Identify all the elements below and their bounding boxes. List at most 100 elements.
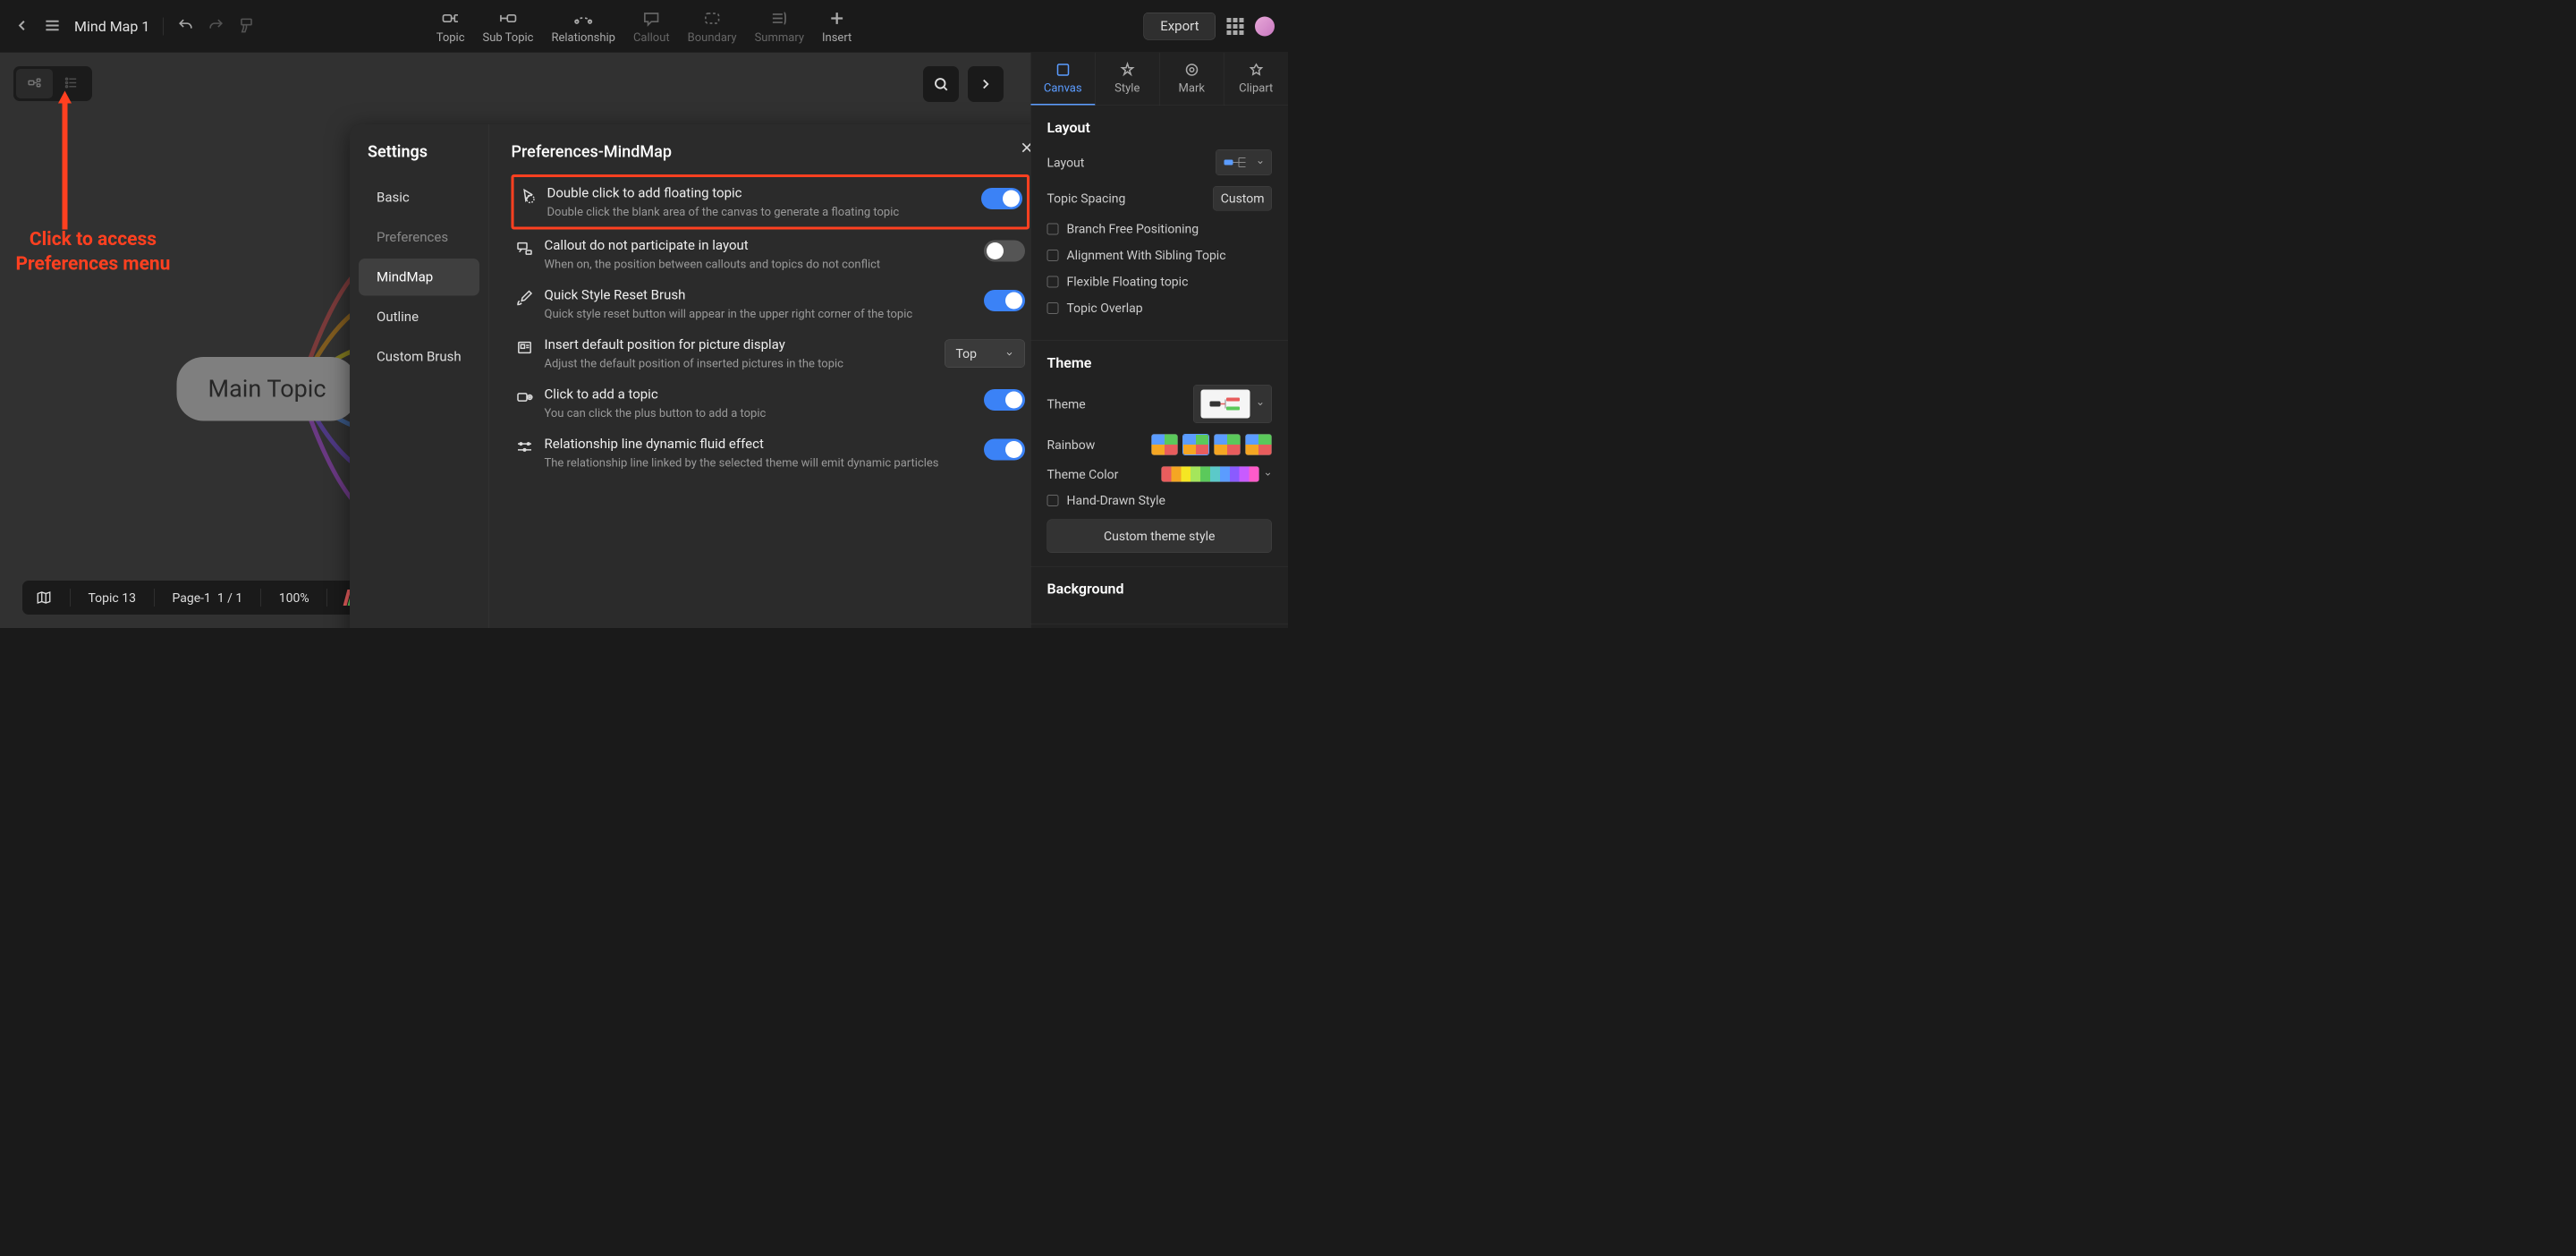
panel-tab-clipart[interactable]: Clipart — [1224, 53, 1289, 106]
pref-title: Double click to add floating topic — [547, 185, 971, 201]
spacing-label: Topic Spacing — [1047, 191, 1126, 207]
toolbar-topic[interactable]: Topic — [436, 8, 465, 44]
chevron-down-icon[interactable] — [1264, 471, 1272, 479]
user-avatar[interactable] — [1255, 16, 1275, 36]
pref-desc: Quick style reset button will appear in … — [545, 308, 974, 321]
panel-tab-label: Mark — [1179, 81, 1205, 95]
pref-click-add-topic: Click to add a topic You can click the p… — [512, 378, 1030, 429]
pref-quick-style-reset: Quick Style Reset Brush Quick style rese… — [512, 279, 1030, 329]
toggle-click-add[interactable] — [984, 389, 1025, 411]
pref-title: Insert default position for picture disp… — [545, 337, 935, 353]
settings-nav-custom-brush[interactable]: Custom Brush — [359, 338, 479, 376]
settings-content: Preferences-MindMap Double click to add … — [488, 124, 1030, 628]
toggle-quick-style[interactable] — [984, 290, 1025, 311]
check-flexible-floating[interactable]: Flexible Floating topic — [1047, 275, 1273, 290]
theme-color-label: Theme Color — [1047, 467, 1119, 482]
check-hand-drawn[interactable]: Hand-Drawn Style — [1047, 493, 1273, 508]
toolbar-insert-label: Insert — [822, 30, 852, 44]
theme-select[interactable] — [1193, 385, 1272, 423]
dropdown-picture-position[interactable]: Top — [945, 340, 1025, 369]
pref-callout-layout: Callout do not participate in layout Whe… — [512, 230, 1030, 280]
close-icon[interactable] — [1020, 140, 1030, 157]
theme-section: Theme Theme Rainbow — [1031, 341, 1289, 567]
doc-title[interactable]: Mind Map 1 — [74, 18, 149, 35]
pref-title: Quick Style Reset Brush — [545, 287, 974, 303]
toolbar-subtopic[interactable]: Sub Topic — [483, 8, 534, 44]
zoom-level[interactable]: 100% — [279, 590, 309, 606]
panel-tab-canvas[interactable]: Canvas — [1031, 53, 1096, 106]
toolbar-callout: Callout — [633, 8, 670, 44]
panel-tab-label: Clipart — [1239, 81, 1273, 95]
panel-tab-label: Style — [1114, 81, 1140, 95]
collapse-panel-button[interactable] — [968, 66, 1004, 102]
brush-icon — [516, 289, 534, 307]
toolbar-summary: Summary — [755, 8, 804, 44]
pref-title: Callout do not participate in layout — [545, 238, 974, 254]
search-button[interactable] — [923, 66, 959, 102]
dropdown-value: Top — [956, 346, 978, 361]
format-painter-button[interactable] — [238, 17, 255, 36]
theme-color-strip[interactable] — [1161, 466, 1259, 482]
settings-sidebar: Settings Basic Preferences MindMap Outli… — [350, 124, 488, 628]
toolbar-insert[interactable]: Insert — [822, 8, 852, 44]
toolbar-subtopic-label: Sub Topic — [483, 30, 534, 44]
rainbow-swatch-4[interactable] — [1245, 434, 1272, 455]
pref-title: Relationship line dynamic fluid effect — [545, 437, 974, 453]
rainbow-swatches — [1151, 434, 1272, 455]
theme-preview — [1201, 390, 1250, 419]
chevron-down-icon — [1005, 349, 1014, 358]
panel-tab-label: Canvas — [1044, 81, 1082, 95]
pref-desc: When on, the position between callouts a… — [545, 258, 974, 271]
check-branch-free[interactable]: Branch Free Positioning — [1047, 222, 1273, 237]
settings-nav-outline[interactable]: Outline — [359, 299, 479, 336]
toolbar-boundary: Boundary — [688, 8, 737, 44]
section-title: Background — [1047, 581, 1273, 598]
toggle-fluid-effect[interactable] — [984, 439, 1025, 461]
check-alignment-sibling[interactable]: Alignment With Sibling Topic — [1047, 248, 1273, 263]
toggle-double-click[interactable] — [981, 188, 1022, 209]
page-indicator[interactable]: Page-1 1 / 1 — [172, 590, 242, 606]
callout-layout-icon — [516, 240, 534, 258]
rainbow-swatch-2[interactable] — [1182, 434, 1209, 455]
topic-count: Topic 13 — [89, 590, 136, 606]
spacing-button[interactable]: Custom — [1213, 186, 1272, 211]
background-section: Background — [1031, 567, 1289, 625]
chevron-down-icon — [1257, 158, 1265, 166]
panel-tab-style[interactable]: Style — [1096, 53, 1160, 106]
layout-label: Layout — [1047, 155, 1085, 170]
canvas-area[interactable]: Main Topic Click to accessPreferences me… — [0, 53, 1030, 628]
settings-title: Settings — [359, 142, 479, 161]
map-icon[interactable] — [36, 590, 52, 606]
pref-desc: You can click the plus button to add a t… — [545, 407, 974, 420]
undo-button[interactable] — [177, 17, 194, 36]
theme-label: Theme — [1047, 396, 1086, 412]
settings-nav-mindmap[interactable]: MindMap — [359, 259, 479, 296]
cursor-icon — [519, 187, 537, 205]
toolbar-topic-label: Topic — [436, 30, 465, 44]
right-panel: Canvas Style Mark Clipart Layout Layout — [1030, 53, 1288, 628]
panel-tab-mark[interactable]: Mark — [1160, 53, 1224, 106]
toolbar-relationship[interactable]: Relationship — [551, 8, 614, 44]
settings-nav-preferences[interactable]: Preferences — [359, 219, 479, 257]
settings-modal: Settings Basic Preferences MindMap Outli… — [350, 124, 1030, 628]
rainbow-swatch-1[interactable] — [1151, 434, 1178, 455]
custom-theme-button[interactable]: Custom theme style — [1047, 520, 1273, 554]
chevron-down-icon — [1257, 400, 1265, 408]
export-button[interactable]: Export — [1144, 13, 1216, 40]
fluid-effect-icon — [516, 438, 534, 456]
rainbow-swatch-3[interactable] — [1214, 434, 1241, 455]
check-topic-overlap[interactable]: Topic Overlap — [1047, 301, 1273, 316]
toolbar-boundary-label: Boundary — [688, 30, 737, 44]
pref-title: Click to add a topic — [545, 386, 974, 403]
redo-button[interactable] — [208, 17, 225, 36]
toolbar-summary-label: Summary — [755, 30, 804, 44]
hamburger-menu-icon[interactable] — [44, 17, 61, 36]
rainbow-label: Rainbow — [1047, 437, 1096, 453]
section-title: Layout — [1047, 119, 1273, 136]
toggle-callout-layout[interactable] — [984, 241, 1025, 262]
settings-nav-basic[interactable]: Basic — [359, 179, 479, 216]
pref-desc: The relationship line linked by the sele… — [545, 456, 974, 470]
layout-select[interactable] — [1216, 149, 1272, 175]
back-button[interactable] — [13, 17, 30, 36]
apps-grid-icon[interactable] — [1227, 18, 1244, 35]
